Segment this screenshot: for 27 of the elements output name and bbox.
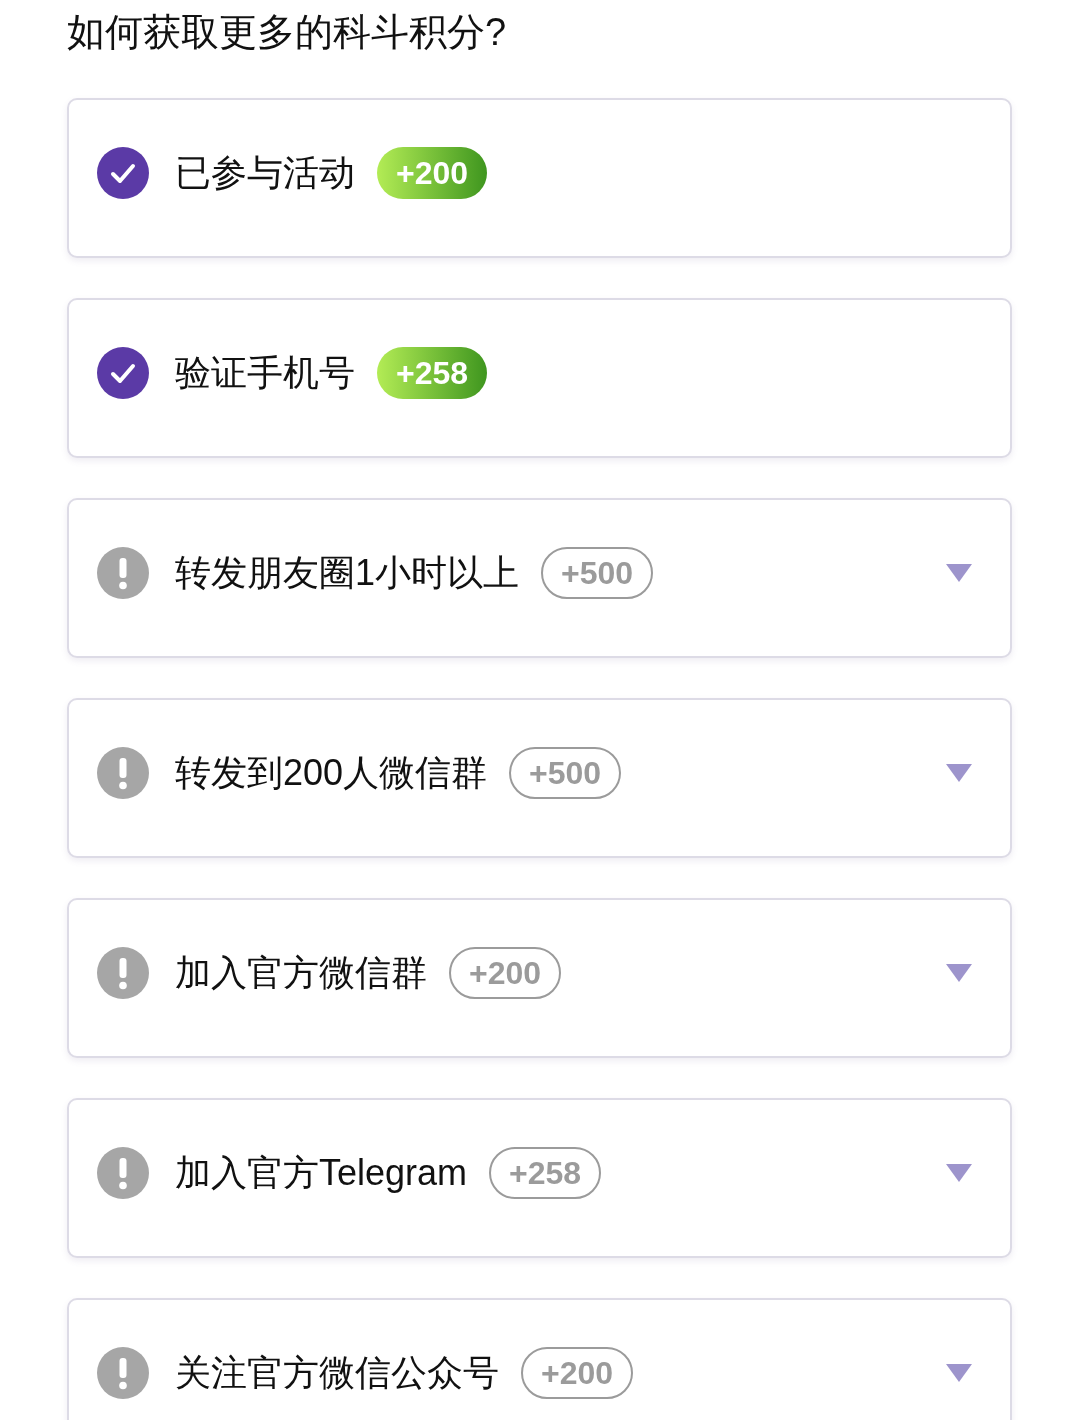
task-card[interactable]: 转发到200人微信群 +500 (67, 698, 1012, 858)
points-badge: +500 (541, 547, 654, 599)
task-card[interactable]: 已参与活动 +200 (67, 98, 1012, 258)
page-title: 如何获取更多的科斗积分? (67, 10, 507, 55)
task-card[interactable]: 验证手机号 +258 (67, 298, 1012, 458)
task-label: 验证手机号 (175, 351, 355, 395)
caret-down-icon[interactable] (946, 1164, 972, 1182)
task-card[interactable]: 关注官方微信公众号 +200 (67, 1298, 1012, 1420)
points-badge: +258 (377, 347, 488, 399)
task-label: 转发朋友圈1小时以上 (175, 551, 520, 595)
points-badge: +500 (509, 747, 622, 799)
points-badge: +200 (449, 947, 562, 999)
points-badge: +200 (521, 1347, 634, 1399)
caret-down-icon[interactable] (946, 564, 972, 582)
task-card[interactable]: 加入官方微信群 +200 (67, 898, 1012, 1058)
task-card[interactable]: 加入官方Telegram +258 (67, 1098, 1012, 1258)
task-label: 加入官方微信群 (175, 951, 427, 995)
points-badge: +200 (377, 147, 488, 199)
task-label: 关注官方微信公众号 (175, 1351, 499, 1395)
caret-down-icon[interactable] (946, 764, 972, 782)
task-label: 转发到200人微信群 (175, 751, 488, 795)
task-card[interactable]: 转发朋友圈1小时以上 +500 (67, 498, 1012, 658)
task-label: 加入官方Telegram (175, 1151, 468, 1195)
task-label: 已参与活动 (175, 151, 355, 195)
caret-down-icon[interactable] (946, 1364, 972, 1382)
points-badge: +258 (489, 1147, 602, 1199)
caret-down-icon[interactable] (946, 964, 972, 982)
